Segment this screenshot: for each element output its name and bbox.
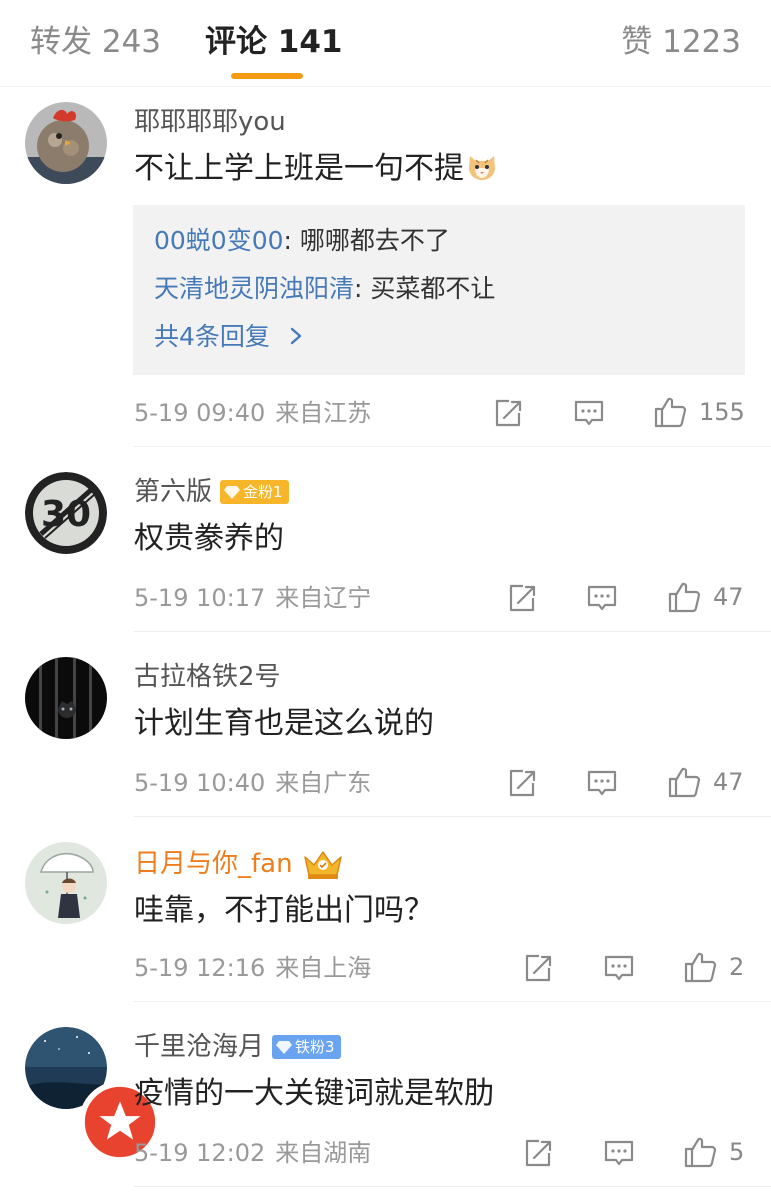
- reply-button[interactable]: [586, 580, 618, 616]
- share-button[interactable]: [492, 395, 524, 431]
- comment-time: 5-19 10:17: [134, 584, 266, 612]
- reply-button[interactable]: [603, 1135, 635, 1171]
- like-count: 155: [699, 398, 745, 426]
- fan-badge-label: 铁粉3: [295, 1038, 335, 1056]
- divider: [134, 446, 771, 447]
- speed-limit-30-avatar[interactable]: 30: [25, 472, 107, 554]
- tab-likes[interactable]: 赞 1223: [621, 20, 741, 64]
- gem-icon: [224, 484, 240, 500]
- comment-icon: [586, 767, 618, 799]
- comment-text-content: 不让上学上班是一句不提: [134, 151, 464, 186]
- like-count: 47: [713, 768, 744, 796]
- share-icon: [506, 767, 538, 799]
- reply-username[interactable]: 天清地灵阴浊阳清: [154, 274, 354, 303]
- comment-text: 不让上学上班是一句不提: [134, 148, 498, 190]
- like-button[interactable]: 5: [683, 1134, 744, 1170]
- like-button[interactable]: 47: [667, 579, 744, 615]
- reply-item: 00蜕0变00: 哪哪都去不了: [154, 223, 450, 259]
- reply-button[interactable]: [573, 395, 605, 431]
- comment-icon: [603, 1137, 635, 1169]
- comment-location: 来自上海: [275, 954, 372, 982]
- comment-icon: [573, 397, 605, 429]
- comment-username: 第六版 金粉1: [134, 474, 289, 510]
- thumbs-up-icon: [683, 950, 717, 984]
- comment-time: 5-19 10:40: [134, 769, 266, 797]
- thumbs-up-icon: [683, 1135, 717, 1169]
- comment-meta: 5-19 09:40 来自江苏: [134, 396, 371, 430]
- thumbs-up-icon: [653, 395, 687, 429]
- reply-username[interactable]: 00蜕0变00: [154, 226, 284, 255]
- share-icon: [506, 582, 538, 614]
- crown-icon: [303, 851, 342, 879]
- share-button[interactable]: [522, 1135, 554, 1171]
- like-button[interactable]: 47: [667, 764, 744, 800]
- chevron-right-icon: [290, 327, 302, 345]
- comment-username[interactable]: 耶耶耶耶you: [134, 104, 286, 140]
- rooster-plush-avatar[interactable]: [25, 102, 107, 184]
- comment-time: 5-19 12:16: [134, 954, 266, 982]
- comment-username: 日月与你_fan: [134, 846, 345, 882]
- night-sky-avatar[interactable]: [25, 1027, 161, 1163]
- divider: [134, 1001, 771, 1002]
- comment-text: 哇靠，不打能出门吗？: [134, 893, 434, 928]
- reply-text: 买菜都不让: [370, 274, 496, 303]
- more-replies-label: 共4条回复: [154, 322, 270, 351]
- cat-emoji: [469, 156, 495, 180]
- comment-time: 5-19 09:40: [134, 399, 266, 427]
- comment-time: 5-19 12:02: [134, 1139, 266, 1167]
- tab-repost[interactable]: 转发 243: [30, 20, 161, 64]
- share-button[interactable]: [522, 950, 554, 986]
- comment-tabs: 转发 243 评论 141 赞 1223: [0, 0, 771, 87]
- fan-badge-label: 金粉1: [243, 483, 283, 501]
- comment-location: 来自辽宁: [275, 584, 372, 612]
- comment-text: 疫情的一大关键词就是软肋: [134, 1076, 494, 1111]
- comment-username: 千里沧海月 铁粉3: [134, 1029, 341, 1065]
- like-button[interactable]: 2: [683, 949, 744, 985]
- comment-meta: 5-19 10:40 来自广东: [134, 766, 371, 800]
- fan-badge: 铁粉3: [272, 1035, 341, 1059]
- gem-icon: [276, 1039, 292, 1055]
- reply-item: 天清地灵阴浊阳清: 买菜都不让: [154, 271, 495, 307]
- comment-meta: 5-19 12:16 来自上海: [134, 951, 371, 985]
- divider: [134, 631, 771, 632]
- reply-separator: :: [283, 226, 300, 255]
- reply-button[interactable]: [586, 765, 618, 801]
- comment-location: 来自江苏: [275, 399, 372, 427]
- comment-meta: 5-19 12:02 来自湖南: [134, 1136, 371, 1170]
- comment-icon: [603, 952, 635, 984]
- active-tab-indicator: [231, 73, 303, 79]
- share-icon: [522, 1137, 554, 1169]
- like-button[interactable]: 155: [653, 394, 745, 430]
- comment-text: 权贵豢养的: [134, 521, 284, 556]
- comment-location: 来自广东: [275, 769, 372, 797]
- tab-comments[interactable]: 评论 141: [205, 20, 343, 64]
- thumbs-up-icon: [667, 765, 701, 799]
- thumbs-up-icon: [667, 580, 701, 614]
- reply-preview-box[interactable]: 00蜕0变00: 哪哪都去不了 天清地灵阴浊阳清: 买菜都不让 共4条回复: [133, 205, 745, 375]
- like-count: 5: [729, 1138, 745, 1166]
- share-icon: [522, 952, 554, 984]
- reply-separator: :: [354, 274, 371, 303]
- comment-text: 计划生育也是这么说的: [134, 706, 434, 741]
- comment-username[interactable]: 古拉格铁2号: [134, 659, 281, 695]
- caged-cat-avatar[interactable]: [25, 657, 107, 739]
- username-text[interactable]: 日月与你_fan: [134, 846, 293, 882]
- divider: [134, 1186, 771, 1187]
- username-text[interactable]: 第六版: [134, 474, 212, 510]
- umbrella-girl-avatar[interactable]: [25, 842, 107, 924]
- like-count: 47: [713, 583, 744, 611]
- reply-button[interactable]: [603, 950, 635, 986]
- comment-meta: 5-19 10:17 来自辽宁: [134, 581, 371, 615]
- comment-icon: [586, 582, 618, 614]
- reply-text: 哪哪都去不了: [299, 226, 450, 255]
- comment-location: 来自湖南: [275, 1139, 372, 1167]
- fan-badge: 金粉1: [220, 480, 289, 504]
- like-count: 2: [729, 953, 745, 981]
- share-icon: [492, 397, 524, 429]
- username-text[interactable]: 千里沧海月: [134, 1029, 264, 1065]
- share-button[interactable]: [506, 765, 538, 801]
- share-button[interactable]: [506, 580, 538, 616]
- divider: [134, 816, 771, 817]
- more-replies-link[interactable]: 共4条回复: [154, 319, 306, 355]
